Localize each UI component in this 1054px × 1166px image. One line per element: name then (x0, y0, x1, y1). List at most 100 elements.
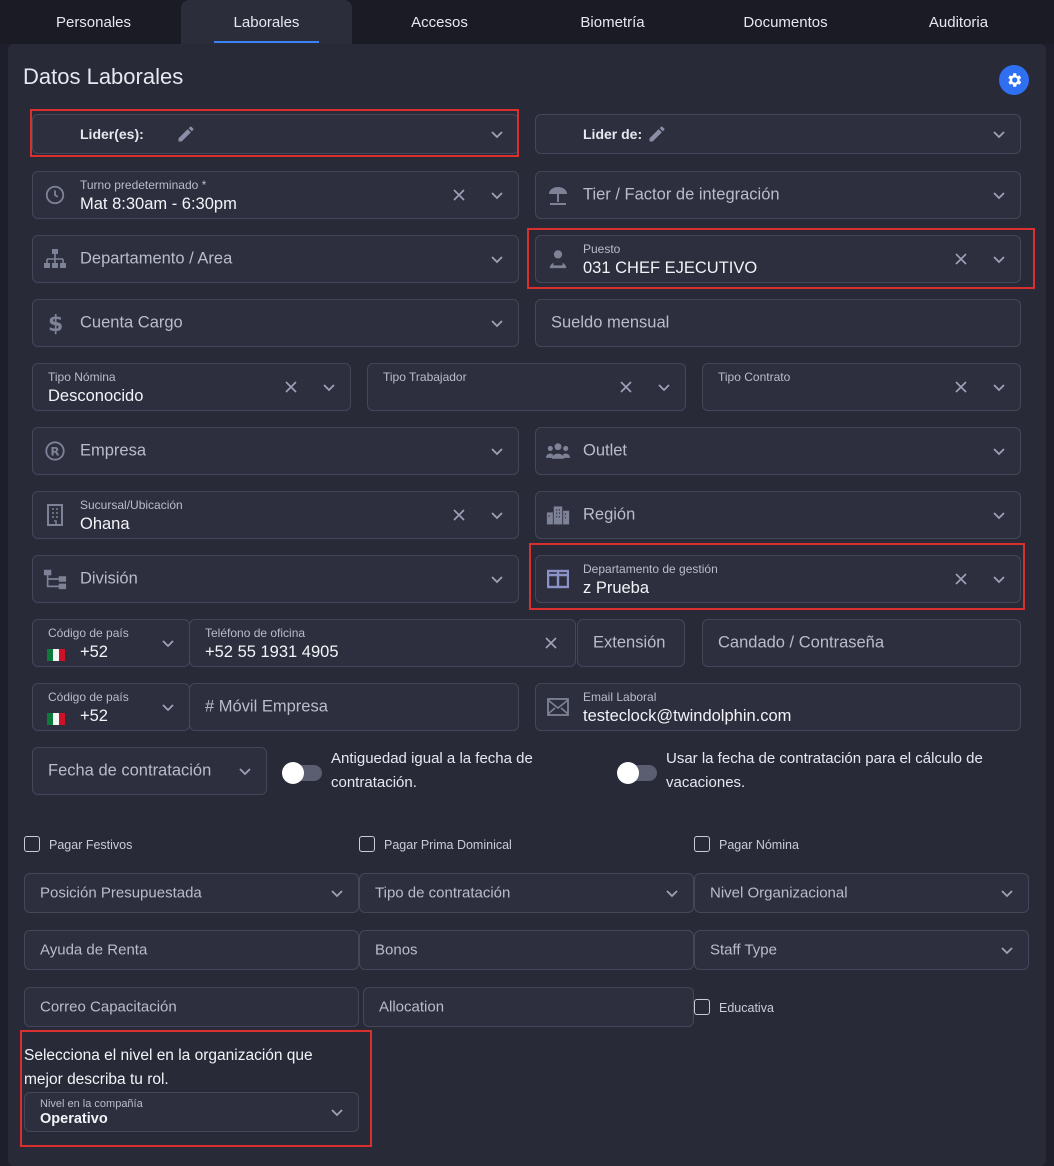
email-label: Email Laboral (583, 690, 657, 704)
clear-icon[interactable] (544, 636, 558, 650)
pagar-prima-label: Pagar Prima Dominical (384, 838, 512, 852)
tier-select[interactable]: Tier / Factor de integración (535, 171, 1021, 219)
highlight-box (20, 1030, 372, 1147)
building-icon (43, 503, 67, 527)
chevron-down-icon[interactable] (657, 380, 671, 394)
chevron-down-icon[interactable] (992, 127, 1006, 141)
clear-icon[interactable] (452, 508, 466, 522)
vacaciones-label: Usar la fecha de contratación para el cá… (666, 750, 983, 791)
pagar-prima-checkbox[interactable] (359, 836, 375, 852)
tipo-contrato-select[interactable]: Tipo Contrato (702, 363, 1021, 411)
users-icon (546, 439, 570, 463)
region-select[interactable]: Región (535, 491, 1021, 539)
chevron-down-icon[interactable] (665, 886, 679, 900)
chevron-down-icon[interactable] (1000, 943, 1014, 957)
highlight-box (527, 228, 1035, 289)
codigo-pais-label: Código de país (48, 690, 129, 704)
posicion-label: Posición Presupuestada (40, 884, 202, 902)
codigo-pais-select[interactable]: Código de país +52 (32, 619, 190, 667)
allocation-placeholder: Allocation (379, 998, 445, 1016)
tipo-trabajador-select[interactable]: Tipo Trabajador (367, 363, 686, 411)
empresa-label: Empresa (80, 441, 147, 460)
correo-capacitacion-input[interactable]: Correo Capacitación (24, 987, 359, 1027)
chevron-down-icon[interactable] (490, 572, 504, 586)
telefono-oficina-input[interactable]: Teléfono de oficina +52 55 1931 4905 (189, 619, 576, 667)
chevron-down-icon[interactable] (992, 508, 1006, 522)
pagar-nomina-checkbox[interactable] (694, 836, 710, 852)
chevron-down-icon[interactable] (1000, 886, 1014, 900)
outlet-label: Outlet (583, 441, 628, 460)
umbrella-icon (546, 183, 570, 207)
sucursal-label: Sucursal/Ubicación (80, 498, 183, 512)
educativa-label: Educativa (719, 1001, 774, 1015)
chevron-down-icon[interactable] (490, 444, 504, 458)
correo-capacitacion-placeholder: Correo Capacitación (40, 998, 177, 1016)
cuenta-cargo-label: Cuenta Cargo (80, 313, 183, 332)
settings-button[interactable] (999, 65, 1029, 95)
chevron-down-icon[interactable] (490, 252, 504, 266)
pagar-festivos-checkbox[interactable] (24, 836, 40, 852)
svg-text:$: $ (48, 312, 63, 335)
turno-value: Mat 8:30am - 6:30pm (80, 195, 237, 213)
sucursal-select[interactable]: Sucursal/Ubicación Ohana (32, 491, 519, 539)
tipo-trabajador-label: Tipo Trabajador (383, 370, 467, 384)
cuenta-cargo-select[interactable]: $ Cuenta Cargo (32, 299, 519, 347)
departamento-label: Departamento / Area (80, 249, 233, 268)
tab-documentos[interactable]: Documentos (700, 0, 871, 44)
chevron-down-icon[interactable] (992, 188, 1006, 202)
bonos-placeholder: Bonos (375, 941, 418, 959)
chevron-down-icon[interactable] (330, 886, 344, 900)
clear-icon[interactable] (284, 380, 298, 394)
chevron-down-icon[interactable] (161, 636, 175, 650)
chevron-down-icon[interactable] (161, 700, 175, 714)
nivel-org-select[interactable]: Nivel Organizacional (694, 873, 1029, 913)
departamento-select[interactable]: Departamento / Area (32, 235, 519, 283)
turno-select[interactable]: Turno predeterminado * Mat 8:30am - 6:30… (32, 171, 519, 219)
outlet-select[interactable]: Outlet (535, 427, 1021, 475)
bonos-input[interactable]: Bonos (359, 930, 694, 970)
chevron-down-icon[interactable] (490, 508, 504, 522)
mexico-flag-icon (47, 713, 65, 725)
division-label: División (80, 569, 138, 588)
registered-icon: R (43, 439, 67, 463)
tab-accesos[interactable]: Accesos (354, 0, 525, 44)
chevron-down-icon[interactable] (992, 444, 1006, 458)
clear-icon[interactable] (619, 380, 633, 394)
tipo-nomina-select[interactable]: Tipo Nómina Desconocido (32, 363, 351, 411)
division-select[interactable]: División (32, 555, 519, 603)
movil-empresa-input[interactable]: # Móvil Empresa (189, 683, 519, 731)
posicion-select[interactable]: Posición Presupuestada (24, 873, 359, 913)
sueldo-input[interactable]: Sueldo mensual (535, 299, 1021, 347)
envelope-icon (546, 695, 570, 719)
vacaciones-toggle[interactable] (617, 762, 657, 784)
antiguedad-toggle[interactable] (282, 762, 322, 784)
educativa-checkbox[interactable] (694, 999, 710, 1015)
pencil-icon[interactable] (647, 124, 667, 149)
fecha-contratacion-select[interactable]: Fecha de contratación (32, 747, 267, 795)
tab-auditoria[interactable]: Auditoria (873, 0, 1044, 44)
lider-de-select[interactable]: Lider de: (535, 114, 1021, 154)
tipo-contratacion-label: Tipo de contratación (375, 884, 511, 902)
candado-placeholder: Candado / Contraseña (718, 633, 885, 652)
chevron-down-icon[interactable] (490, 188, 504, 202)
chevron-down-icon[interactable] (992, 380, 1006, 394)
chevron-down-icon[interactable] (238, 764, 252, 778)
allocation-input[interactable]: Allocation (363, 987, 694, 1027)
codigo-pais-movil-select[interactable]: Código de país +52 (32, 683, 190, 731)
clear-icon[interactable] (954, 380, 968, 394)
email-laboral-input[interactable]: Email Laboral testeclock@twindolphin.com (535, 683, 1021, 731)
fecha-contratacion-label: Fecha de contratación (48, 761, 212, 780)
empresa-select[interactable]: R Empresa (32, 427, 519, 475)
tab-personales[interactable]: Personales (8, 0, 179, 44)
tab-laborales[interactable]: Laborales (181, 0, 352, 44)
tab-biometria[interactable]: Biometría (527, 0, 698, 44)
staff-type-select[interactable]: Staff Type (694, 930, 1029, 970)
chevron-down-icon[interactable] (322, 380, 336, 394)
chevron-down-icon[interactable] (490, 316, 504, 330)
candado-input[interactable]: Candado / Contraseña (702, 619, 1021, 667)
codigo-pais-value: +52 (80, 707, 108, 725)
clear-icon[interactable] (452, 188, 466, 202)
ayuda-renta-input[interactable]: Ayuda de Renta (24, 930, 359, 970)
tipo-contratacion-select[interactable]: Tipo de contratación (359, 873, 694, 913)
extension-input[interactable]: Extensión (577, 619, 685, 667)
